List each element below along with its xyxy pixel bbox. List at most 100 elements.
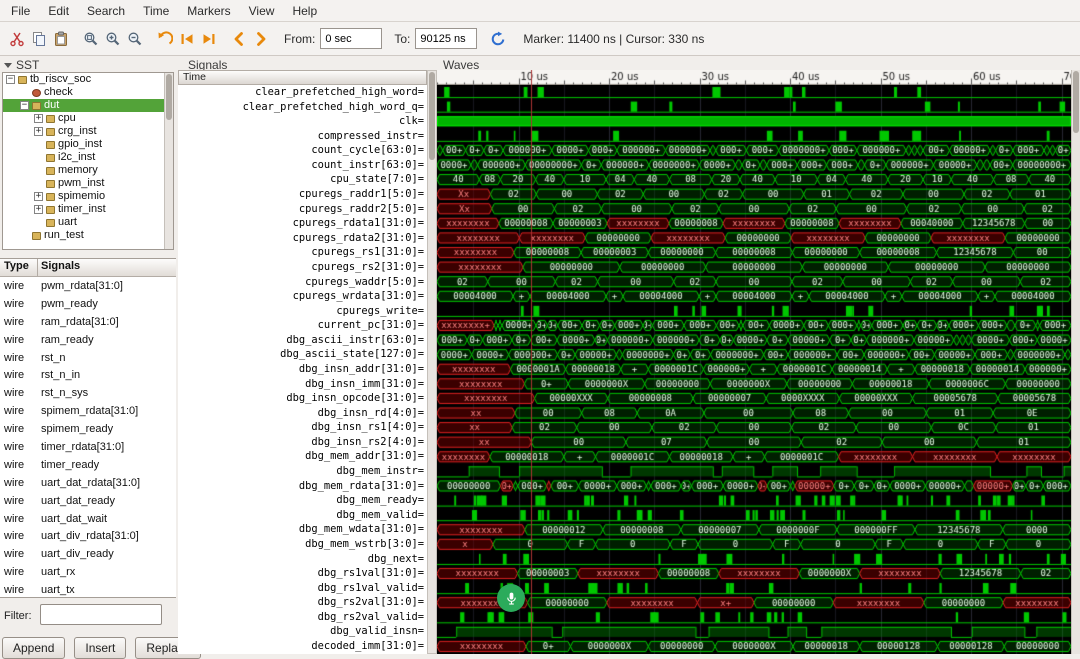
expander-closed-icon[interactable]: + [34, 205, 43, 214]
table-row[interactable]: wire ram_ready [0, 331, 176, 349]
collapse-triangle-icon[interactable] [4, 62, 12, 68]
table-row[interactable]: wire uart_dat_wait [0, 510, 176, 528]
wave-signal-name[interactable]: cpuregs_rs1[31:0]= [178, 245, 427, 260]
wave-signal-name[interactable]: cpuregs_rs2[31:0]= [178, 260, 427, 275]
table-row[interactable]: wire uart_dat_ready [0, 492, 176, 510]
expander-closed-icon[interactable]: + [34, 114, 43, 123]
expander-open-icon[interactable]: − [6, 75, 15, 84]
wave-signal-name[interactable]: dbg_insn_rs1[4:0]= [178, 420, 427, 435]
waveform-canvas[interactable] [437, 85, 1071, 654]
from-input[interactable] [320, 28, 383, 49]
tree-item-gpio_inst[interactable]: gpio_inst [3, 138, 173, 151]
wave-signal-name[interactable]: clear_prefetched_high_word_q= [178, 100, 427, 115]
table-row[interactable]: wire spimem_ready [0, 420, 176, 438]
insert-button[interactable]: Insert [74, 637, 127, 659]
wave-signal-name[interactable]: clk= [178, 114, 427, 129]
tree-item-pwm_inst[interactable]: pwm_inst [3, 177, 173, 190]
zoom-in-icon[interactable] [102, 28, 124, 50]
wave-signal-name[interactable]: cpuregs_rdata2[31:0]= [178, 231, 427, 246]
go-right-icon[interactable] [250, 28, 272, 50]
wave-signal-name[interactable]: dbg_valid_insn= [178, 624, 427, 639]
type-column-header[interactable]: Type [0, 259, 38, 276]
wave-signal-name[interactable]: decoded_imm[31:0]= [178, 639, 427, 654]
wave-signal-name[interactable]: dbg_insn_opcode[31:0]= [178, 391, 427, 406]
time-column-header[interactable]: Time [178, 70, 427, 85]
menu-edit[interactable]: Edit [39, 1, 78, 21]
tree-item-tb_riscv_soc[interactable]: − tb_riscv_soc [3, 73, 173, 86]
wave-signal-name[interactable]: dbg_mem_valid= [178, 508, 427, 523]
tree-item-uart[interactable]: uart [3, 216, 173, 229]
wave-signal-name[interactable]: dbg_next= [178, 552, 427, 567]
menu-markers[interactable]: Markers [178, 1, 239, 21]
zoom-fit-icon[interactable] [80, 28, 102, 50]
wave-signal-name[interactable]: cpuregs_write= [178, 304, 427, 319]
menu-help[interactable]: Help [283, 1, 326, 21]
wave-signal-name[interactable]: cpuregs_raddr1[5:0]= [178, 187, 427, 202]
table-row[interactable]: wire spimem_rdata[31:0] [0, 402, 176, 420]
wave-signal-name[interactable]: dbg_mem_rdata[31:0]= [178, 479, 427, 494]
expander-open-icon[interactable]: − [20, 101, 29, 110]
wave-signal-name[interactable]: dbg_mem_wstrb[3:0]= [178, 537, 427, 552]
wave-signal-name[interactable]: clear_prefetched_high_word= [178, 85, 427, 100]
copy-icon[interactable] [28, 28, 50, 50]
waves-scrollbar[interactable] [1071, 70, 1080, 654]
wave-signal-name[interactable]: cpuregs_waddr[5:0]= [178, 275, 427, 290]
signals-scrollbar[interactable] [427, 70, 437, 654]
wave-signal-name[interactable]: count_instr[63:0]= [178, 158, 427, 173]
table-row[interactable]: wire timer_rdata[31:0] [0, 438, 176, 456]
tree-item-check[interactable]: check [3, 86, 173, 99]
recording-indicator[interactable] [497, 584, 525, 612]
go-left-icon[interactable] [228, 28, 250, 50]
wave-signal-name[interactable]: compressed_instr= [178, 129, 427, 144]
wave-signal-name[interactable]: dbg_rs1val[31:0]= [178, 566, 427, 581]
wave-signal-name[interactable]: dbg_rs2val_valid= [178, 610, 427, 625]
go-end-icon[interactable] [198, 28, 220, 50]
menu-view[interactable]: View [240, 1, 284, 21]
to-input[interactable] [415, 28, 478, 49]
wave-signal-name[interactable]: dbg_rs1val_valid= [178, 581, 427, 596]
menu-time[interactable]: Time [134, 1, 178, 21]
tree-item-memory[interactable]: memory [3, 164, 173, 177]
wave-signal-name[interactable]: cpuregs_rdata1[31:0]= [178, 216, 427, 231]
wave-signal-name[interactable]: cpuregs_raddr2[5:0]= [178, 202, 427, 217]
wave-signal-name[interactable]: cpuregs_wrdata[31:0]= [178, 289, 427, 304]
append-button[interactable]: Append [2, 637, 66, 659]
wave-signal-name[interactable]: count_cycle[63:0]= [178, 143, 427, 158]
zoom-undo-icon[interactable] [154, 28, 176, 50]
wave-signal-name[interactable]: current_pc[31:0]= [178, 318, 427, 333]
filter-input[interactable] [40, 604, 162, 625]
table-row[interactable]: wire uart_rx [0, 563, 176, 581]
timeline-ruler[interactable] [437, 70, 1071, 85]
table-row[interactable]: wire ram_rdata[31:0] [0, 313, 176, 331]
signals-scrollbar-thumb[interactable] [429, 72, 435, 160]
table-row[interactable]: wire uart_div_ready [0, 545, 176, 563]
tree-item-spimemio[interactable]: + spimemio [3, 190, 173, 203]
expander-closed-icon[interactable]: + [34, 192, 43, 201]
reload-icon[interactable] [487, 28, 509, 50]
tree-item-crg_inst[interactable]: + crg_inst [3, 125, 173, 138]
menu-search[interactable]: Search [78, 1, 134, 21]
tree-item-timer_inst[interactable]: + timer_inst [3, 203, 173, 216]
menu-file[interactable]: File [2, 1, 39, 21]
go-start-icon[interactable] [176, 28, 198, 50]
wave-signal-name[interactable]: dbg_ascii_instr[63:0]= [178, 333, 427, 348]
tree-item-run_test[interactable]: run_test [3, 229, 173, 242]
wave-signal-name[interactable]: dbg_rs2val[31:0]= [178, 595, 427, 610]
signals-column-header[interactable]: Signals [38, 259, 83, 276]
wave-signal-name[interactable]: dbg_mem_instr= [178, 464, 427, 479]
tree-scrollbar-thumb[interactable] [166, 74, 172, 120]
wave-signal-name[interactable]: dbg_insn_addr[31:0]= [178, 362, 427, 377]
table-row[interactable]: wire pwm_rdata[31:0] [0, 277, 176, 295]
paste-icon[interactable] [50, 28, 72, 50]
table-row[interactable]: wire uart_dat_rdata[31:0] [0, 474, 176, 492]
table-row[interactable]: wire rst_n_sys [0, 384, 176, 402]
table-row[interactable]: wire uart_tx [0, 581, 176, 597]
table-row[interactable]: wire pwm_ready [0, 295, 176, 313]
wave-signal-name[interactable]: dbg_ascii_state[127:0]= [178, 347, 427, 362]
wave-signal-name[interactable]: dbg_insn_rs2[4:0]= [178, 435, 427, 450]
cut-icon[interactable] [6, 28, 28, 50]
expander-closed-icon[interactable]: + [34, 127, 43, 136]
wave-signal-name[interactable]: dbg_insn_imm[31:0]= [178, 377, 427, 392]
table-row[interactable]: wire rst_n_in [0, 366, 176, 384]
table-row[interactable]: wire timer_ready [0, 456, 176, 474]
